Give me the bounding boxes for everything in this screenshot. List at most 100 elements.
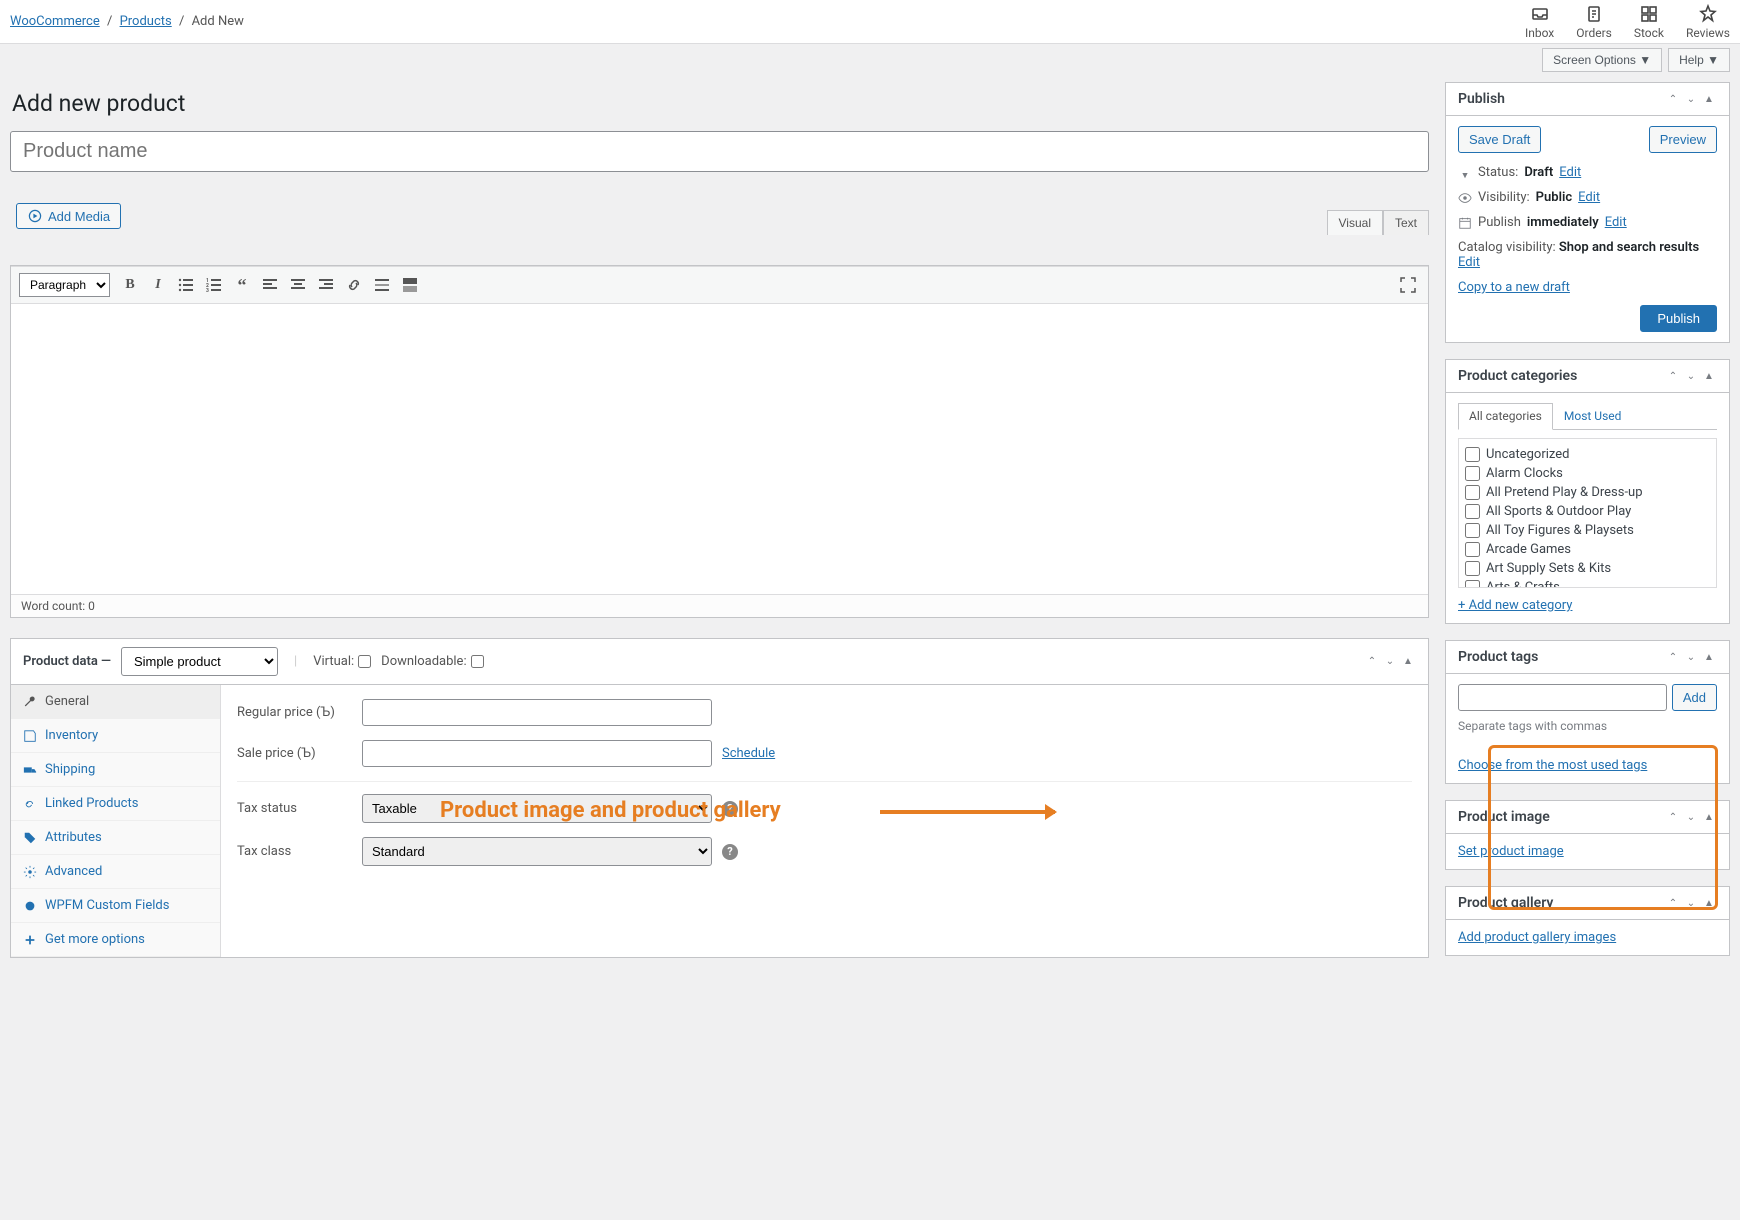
align-center-icon[interactable] (286, 273, 310, 297)
chevron-down-icon[interactable]: ⌄ (1683, 810, 1699, 824)
editor-tab-visual[interactable]: Visual (1327, 210, 1383, 235)
activity-orders[interactable]: Orders (1576, 4, 1612, 40)
chevron-down-icon[interactable]: ⌄ (1683, 650, 1699, 664)
downloadable-checkbox[interactable] (471, 655, 484, 668)
editor-body[interactable] (11, 304, 1428, 594)
category-item[interactable]: All Toy Figures & Playsets (1465, 521, 1710, 540)
chevron-up-icon[interactable]: ⌃ (1665, 92, 1681, 106)
virtual-checkbox[interactable] (358, 655, 371, 668)
category-item[interactable]: Uncategorized (1465, 445, 1710, 464)
publish-button[interactable]: Publish (1640, 305, 1717, 332)
category-checkbox[interactable] (1465, 542, 1480, 557)
triangle-up-icon[interactable]: ▲ (1701, 92, 1717, 106)
product-name-input[interactable] (10, 131, 1429, 172)
chevron-up-icon[interactable]: ⌃ (1665, 896, 1681, 910)
category-checkbox[interactable] (1465, 447, 1480, 462)
schedule-link[interactable]: Schedule (722, 746, 775, 761)
tab-shipping[interactable]: Shipping (11, 753, 220, 787)
activity-reviews[interactable]: Reviews (1686, 4, 1730, 40)
activity-stock[interactable]: Stock (1634, 4, 1664, 40)
breadcrumb-current: Add New (192, 14, 244, 29)
tab-inventory[interactable]: Inventory (11, 719, 220, 753)
set-product-image-link[interactable]: Set product image (1458, 844, 1564, 859)
tab-attributes[interactable]: Attributes (11, 821, 220, 855)
link-icon[interactable] (342, 273, 366, 297)
tab-more-options[interactable]: Get more options (11, 923, 220, 957)
category-list[interactable]: UncategorizedAlarm ClocksAll Pretend Pla… (1458, 438, 1717, 588)
ol-icon[interactable]: 123 (202, 273, 226, 297)
add-media-button[interactable]: Add Media (16, 203, 121, 229)
help-button[interactable]: Help ▼ (1668, 48, 1730, 72)
italic-icon[interactable]: I (146, 273, 170, 297)
tab-advanced[interactable]: Advanced (11, 855, 220, 889)
readmore-icon[interactable] (370, 273, 394, 297)
chevron-down-icon[interactable]: ⌄ (1683, 896, 1699, 910)
regular-price-input[interactable] (362, 699, 712, 726)
edit-catalog[interactable]: Edit (1458, 255, 1480, 270)
product-image-title: Product image (1458, 809, 1665, 825)
help-icon[interactable]: ? (722, 844, 738, 860)
wrench-icon (23, 695, 37, 709)
chevron-down-icon[interactable]: ⌄ (1683, 92, 1699, 106)
format-select[interactable]: Paragraph (19, 273, 110, 297)
tag-input[interactable] (1458, 684, 1667, 711)
category-item[interactable]: Arcade Games (1465, 540, 1710, 559)
edit-visibility[interactable]: Edit (1578, 190, 1600, 205)
sale-price-input[interactable] (362, 740, 712, 767)
tax-class-select[interactable]: Standard (362, 837, 712, 866)
add-gallery-images-link[interactable]: Add product gallery images (1458, 930, 1616, 945)
breadcrumb-products[interactable]: Products (120, 14, 172, 29)
chevron-down-icon[interactable]: ⌄ (1683, 369, 1699, 383)
align-right-icon[interactable] (314, 273, 338, 297)
category-checkbox[interactable] (1465, 466, 1480, 481)
tab-most-used[interactable]: Most Used (1553, 403, 1633, 429)
tab-general[interactable]: General (11, 685, 220, 719)
activity-inbox[interactable]: Inbox (1525, 4, 1554, 40)
triangle-up-icon[interactable]: ▲ (1701, 650, 1717, 664)
tab-all-categories[interactable]: All categories (1458, 403, 1553, 430)
category-checkbox[interactable] (1465, 485, 1480, 500)
category-item[interactable]: Alarm Clocks (1465, 464, 1710, 483)
edit-publish-date[interactable]: Edit (1605, 215, 1627, 230)
align-left-icon[interactable] (258, 273, 282, 297)
tab-linked[interactable]: Linked Products (11, 787, 220, 821)
preview-button[interactable]: Preview (1649, 126, 1717, 153)
breadcrumb-woocommerce[interactable]: WooCommerce (10, 14, 100, 29)
chevron-up-icon[interactable]: ⌃ (1364, 655, 1380, 669)
edit-status[interactable]: Edit (1559, 165, 1581, 180)
ul-icon[interactable] (174, 273, 198, 297)
sale-price-label: Sale price (Ъ) (237, 746, 352, 761)
category-item[interactable]: Art Supply Sets & Kits (1465, 559, 1710, 578)
choose-tags-link[interactable]: Choose from the most used tags (1458, 758, 1647, 773)
fullscreen-icon[interactable] (1396, 273, 1420, 297)
category-checkbox[interactable] (1465, 504, 1480, 519)
toolbar-toggle-icon[interactable] (398, 273, 422, 297)
category-item[interactable]: All Pretend Play & Dress-up (1465, 483, 1710, 502)
category-item[interactable]: All Sports & Outdoor Play (1465, 502, 1710, 521)
triangle-up-icon[interactable]: ▲ (1701, 896, 1717, 910)
chevron-up-icon[interactable]: ⌃ (1665, 650, 1681, 664)
copy-to-draft[interactable]: Copy to a new draft (1458, 280, 1570, 295)
chevron-down-icon[interactable]: ⌄ (1382, 655, 1398, 669)
triangle-up-icon[interactable]: ▲ (1701, 810, 1717, 824)
product-type-select[interactable]: Simple product (121, 647, 278, 676)
chevron-up-icon[interactable]: ⌃ (1665, 369, 1681, 383)
chevron-up-icon[interactable]: ⌃ (1665, 810, 1681, 824)
add-category-link[interactable]: + Add new category (1458, 598, 1572, 613)
tab-wpfm[interactable]: WPFM Custom Fields (11, 889, 220, 923)
save-draft-button[interactable]: Save Draft (1458, 126, 1541, 153)
add-tag-button[interactable]: Add (1672, 684, 1717, 711)
quote-icon[interactable]: “ (230, 273, 254, 297)
bold-icon[interactable]: B (118, 273, 142, 297)
tax-status-select[interactable]: Taxable (362, 794, 712, 823)
screen-options-button[interactable]: Screen Options ▼ (1542, 48, 1662, 72)
triangle-up-icon[interactable]: ▲ (1400, 655, 1416, 669)
category-checkbox[interactable] (1465, 580, 1480, 588)
help-icon[interactable]: ? (722, 801, 738, 817)
category-item[interactable]: Arts & Crafts (1465, 578, 1710, 588)
editor-tab-text[interactable]: Text (1383, 210, 1429, 235)
triangle-up-icon[interactable]: ▲ (1701, 369, 1717, 383)
media-icon (27, 208, 43, 224)
category-checkbox[interactable] (1465, 523, 1480, 538)
category-checkbox[interactable] (1465, 561, 1480, 576)
